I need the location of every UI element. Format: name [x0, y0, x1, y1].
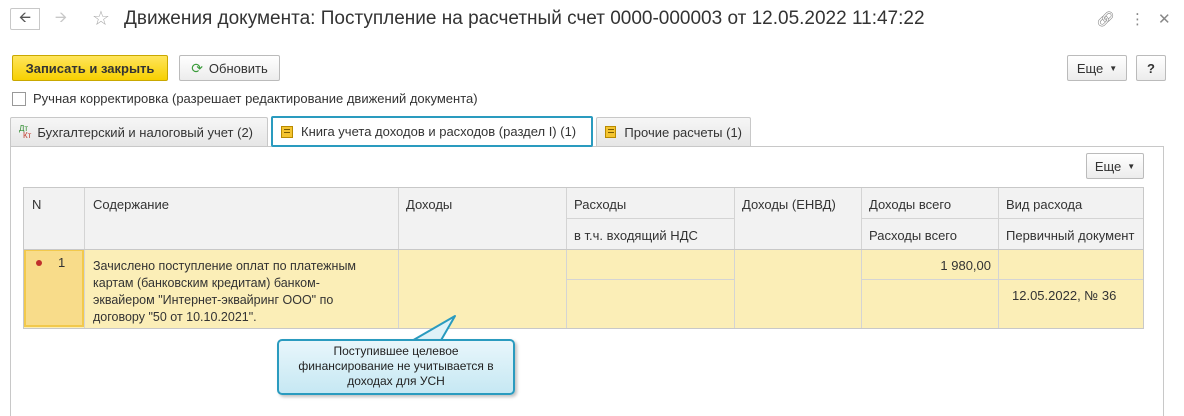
- movements-table[interactable]: 1 N Содержание Доходы Расходы в т.ч. вхо…: [23, 187, 1144, 329]
- refresh-icon: ⟳: [191, 59, 203, 76]
- window-title: Движения документа: Поступление на расче…: [124, 8, 925, 29]
- col-income-envd: Доходы (ЕНВД): [742, 197, 836, 212]
- record-dot-icon: [36, 260, 42, 266]
- more-vertical-icon[interactable]: ⋮: [1130, 10, 1145, 28]
- grid-line: [24, 328, 1143, 329]
- tab-accounting[interactable]: Дт Кт Бухгалтерский и налоговый учет (2): [10, 117, 268, 146]
- tab-other-settlements-label: Прочие расчеты (1): [624, 124, 742, 140]
- col-expenses-total: Расходы всего: [869, 228, 957, 243]
- tab-income-expense-book-label: Книга учета доходов и расходов (раздел I…: [301, 124, 577, 139]
- panel-more-button[interactable]: Еще ▼: [1086, 153, 1144, 179]
- grid-line: [566, 279, 734, 280]
- forward-button[interactable]: 🡪: [46, 8, 76, 30]
- arrow-right-icon: 🡪: [54, 8, 68, 26]
- tab-other-settlements[interactable]: Прочие расчеты (1): [596, 117, 751, 146]
- refresh-button[interactable]: ⟳ Обновить: [179, 55, 280, 81]
- tab-income-expense-book[interactable]: Книга учета доходов и расходов (раздел I…: [271, 116, 593, 147]
- col-expense-type: Вид расхода: [1006, 197, 1083, 212]
- grid-line: [566, 218, 734, 219]
- col-n: N: [32, 197, 42, 212]
- save-and-close-button[interactable]: Записать и закрыть: [12, 55, 168, 81]
- dt-kt-icon: Дт Кт: [19, 124, 32, 140]
- row-content: Зачислено поступление оплат по платежным…: [93, 258, 356, 326]
- manual-edit-checkbox[interactable]: [12, 91, 26, 106]
- row-content-line: картам (банковским кредитам) банком-: [93, 276, 320, 290]
- row-content-line: Зачислено поступление оплат по платежным: [93, 259, 357, 273]
- panel-more-label: Еще: [1094, 158, 1122, 174]
- manual-edit-label: Ручная корректировка (разрешает редактир…: [33, 91, 478, 106]
- col-income-total: Доходы всего: [869, 197, 952, 212]
- grid-line: [566, 188, 567, 328]
- grid-line: [998, 188, 999, 328]
- col-primary-doc: Первичный документ: [1006, 228, 1135, 243]
- link-icon[interactable]: 🔗︎: [1096, 10, 1115, 28]
- favorite-star-icon[interactable]: ☆: [92, 6, 110, 31]
- row-number-cell[interactable]: 1: [24, 249, 84, 327]
- close-icon[interactable]: ✕: [1158, 10, 1171, 28]
- title-bar: 🡨 🡪 ☆ Движения документа: Поступление на…: [0, 0, 1184, 42]
- row-content-line: эквайером "Интернет-эквайринг ООО" по: [93, 293, 334, 307]
- grid-line: [861, 188, 862, 328]
- grid-line: [84, 188, 85, 328]
- col-expenses-vat: в т.ч. входящий НДС: [574, 228, 698, 243]
- callout-line: доходах для УСН: [347, 374, 445, 388]
- row-content-line: договору "50 от 10.10.2021".: [93, 310, 257, 324]
- row-income-total: 1 980,00: [940, 258, 991, 273]
- manual-edit-row[interactable]: Ручная корректировка (разрешает редактир…: [12, 91, 478, 106]
- row-primary-doc: 12.05.2022, № 36: [1012, 288, 1117, 303]
- caret-down-icon: ▼: [1127, 161, 1136, 171]
- more-label: Еще: [1076, 60, 1104, 76]
- tab-accounting-label: Бухгалтерский и налоговый учет (2): [37, 124, 254, 140]
- more-button[interactable]: Еще ▼: [1067, 55, 1127, 81]
- arrow-left-icon: 🡨: [18, 8, 32, 26]
- refresh-label: Обновить: [208, 60, 268, 76]
- grid-line: [398, 188, 399, 328]
- grid-line: [861, 279, 1143, 280]
- row-number: 1: [58, 255, 66, 270]
- grid-line: [24, 249, 1143, 250]
- grid-line: [734, 188, 735, 328]
- col-content: Содержание: [93, 197, 169, 212]
- book-icon: [281, 125, 293, 138]
- caret-down-icon: ▼: [1109, 63, 1118, 73]
- col-income: Доходы: [406, 197, 453, 212]
- col-expenses: Расходы: [574, 197, 627, 212]
- help-button[interactable]: ?: [1136, 55, 1166, 81]
- callout-line: финансирование не учитывается в: [298, 359, 494, 373]
- back-button[interactable]: 🡨: [10, 8, 40, 30]
- hint-callout: Поступившее целевое финансирование не уч…: [277, 339, 515, 395]
- grid-line: [861, 218, 1143, 219]
- book-icon: [605, 126, 617, 138]
- callout-line: Поступившее целевое: [333, 344, 459, 358]
